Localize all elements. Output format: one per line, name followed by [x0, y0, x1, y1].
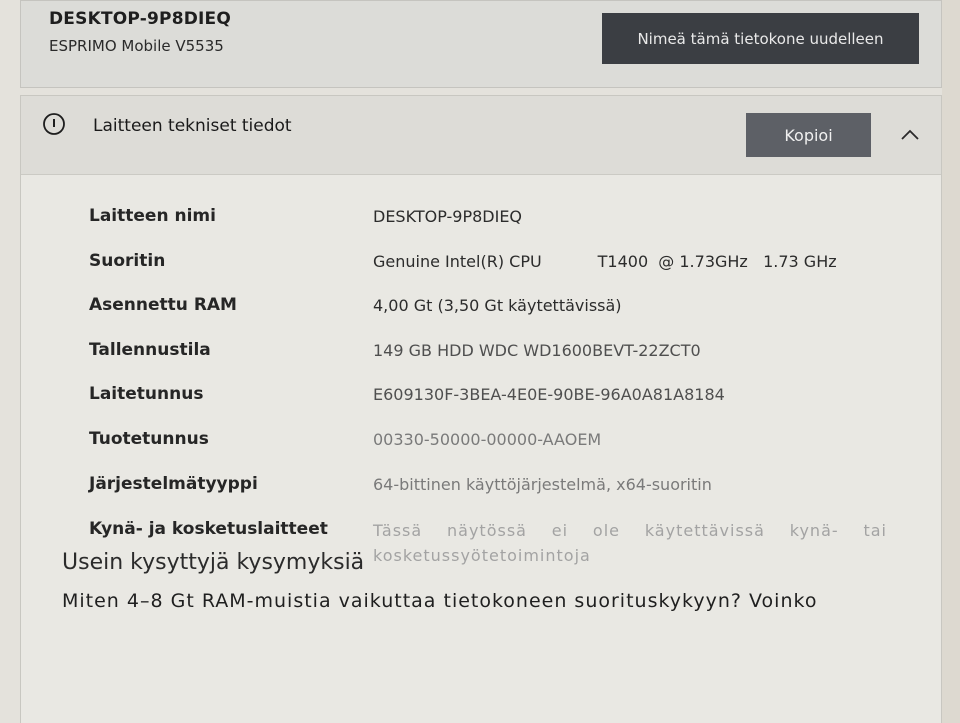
spec-value: 149 GB HDD WDC WD1600BEVT-22ZCT0 [373, 341, 701, 360]
spec-label: Asennettu RAM [89, 295, 237, 315]
spec-label: Tallennustila [89, 340, 211, 360]
info-circle-icon [43, 113, 65, 135]
faq-heading: Usein kysyttyjä kysymyksiä [62, 550, 365, 575]
spec-value: Genuine Intel(R) CPU T1400 @ 1.73GHz 1.7… [373, 252, 837, 271]
device-header-card: DESKTOP-9P8DIEQ ESPRIMO Mobile V5535 Nim… [20, 0, 942, 88]
spec-value: 64-bittinen käyttöjärjestelmä, x64-suori… [373, 475, 712, 494]
spec-row-storage: Tallennustila 149 GB HDD WDC WD1600BEVT-… [21, 340, 941, 376]
spec-label: Suoritin [89, 251, 166, 271]
device-name: DESKTOP-9P8DIEQ [49, 9, 232, 29]
faq-question-link[interactable]: Miten 4–8 Gt RAM-muistia vaikuttaa tieto… [62, 590, 870, 612]
spec-label: Tuotetunnus [89, 429, 209, 449]
specs-header[interactable]: Laitteen tekniset tiedot Kopioi [21, 96, 941, 175]
specs-title: Laitteen tekniset tiedot [93, 116, 292, 136]
spec-label: Kynä- ja kosketuslaitteet [89, 519, 328, 539]
spec-value: 4,00 Gt (3,50 Gt käytettävissä) [373, 296, 622, 315]
copy-button[interactable]: Kopioi [746, 113, 871, 157]
spec-row-processor: Suoritin Genuine Intel(R) CPU T1400 @ 1.… [21, 251, 941, 287]
page-edge [942, 0, 960, 723]
rename-pc-button[interactable]: Nimeä tämä tietokone uudelleen [602, 13, 919, 64]
spec-label: Laitteen nimi [89, 206, 216, 226]
device-specifications-card: Laitteen tekniset tiedot Kopioi Laitteen… [20, 95, 942, 723]
spec-row-product-id: Tuotetunnus 00330-50000-00000-AAOEM [21, 429, 941, 465]
spec-label: Järjestelmätyyppi [89, 474, 258, 494]
spec-row-system-type: Järjestelmätyyppi 64-bittinen käyttöjärj… [21, 474, 941, 510]
spec-value: DESKTOP-9P8DIEQ [373, 207, 523, 226]
spec-row-device-name: Laitteen nimi DESKTOP-9P8DIEQ [21, 206, 941, 242]
chevron-up-icon[interactable] [893, 124, 927, 144]
spec-value: E609130F-3BEA-4E0E-90BE-96A0A81A8184 [373, 385, 725, 404]
spec-value: Tässä näytössä ei ole käytettävissä kynä… [373, 521, 887, 565]
spec-label: Laitetunnus [89, 384, 204, 404]
spec-value: 00330-50000-00000-AAOEM [373, 430, 602, 449]
device-model: ESPRIMO Mobile V5535 [49, 37, 224, 55]
spec-row-installed-ram: Asennettu RAM 4,00 Gt (3,50 Gt käytettäv… [21, 295, 941, 331]
spec-row-device-id: Laitetunnus E609130F-3BEA-4E0E-90BE-96A0… [21, 384, 941, 420]
